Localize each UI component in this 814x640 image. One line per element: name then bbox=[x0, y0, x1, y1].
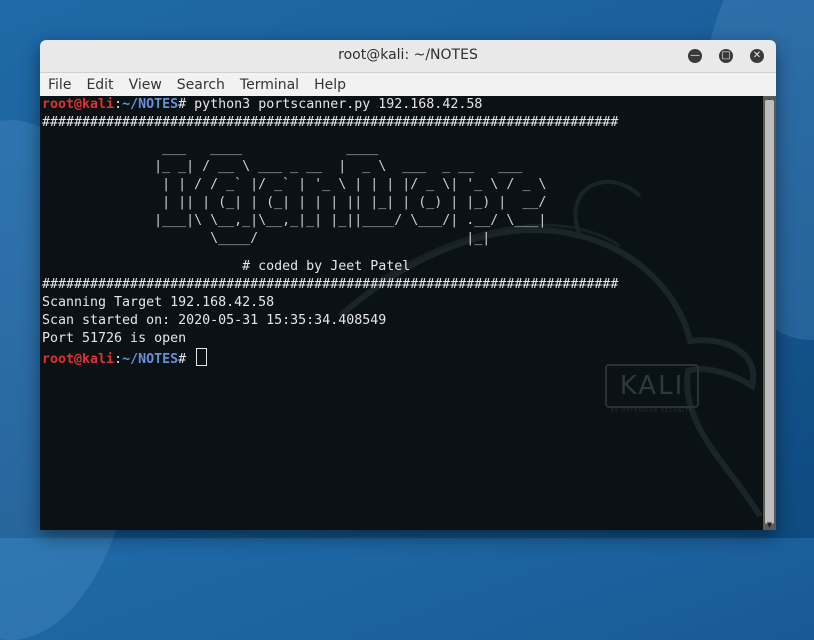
close-icon[interactable]: ✕ bbox=[750, 49, 764, 63]
banner-line: |___|\ \__,_|\__,_|_| |_||____/ \___/| .… bbox=[42, 213, 547, 228]
hash-separator: ########################################… bbox=[42, 277, 619, 292]
prompt-symbol: # bbox=[178, 352, 187, 367]
scrollbar-thumb[interactable] bbox=[765, 100, 774, 524]
prompt-user: root@kali bbox=[42, 352, 115, 367]
output-line: Scan started on: 2020-05-31 15:35:34.408… bbox=[42, 313, 387, 328]
banner-line: | | / / _` |/ _` | '_ \ | | | |/ _ \| '_… bbox=[42, 177, 547, 192]
banner-line: |_ _| / __ \ ___ _ __ | _ \ ___ _ __ ___ bbox=[42, 159, 523, 174]
kali-logo-subtitle: BY OFFENSIVE SECURITY bbox=[610, 408, 694, 414]
command-line: root@kali:~/NOTES# python3 portscanner.p… bbox=[42, 96, 482, 114]
menu-help[interactable]: Help bbox=[314, 77, 346, 93]
terminal-window: root@kali: ~/NOTES — □ ✕ File Edit View … bbox=[40, 40, 776, 530]
coded-by-line: # coded by Jeet Patel bbox=[42, 259, 411, 274]
output-line: Scanning Target 192.168.42.58 bbox=[42, 295, 275, 310]
menu-view[interactable]: View bbox=[129, 77, 162, 93]
banner-line: | || | (_| | (_| | | | || |_| | (_) | |_… bbox=[42, 195, 547, 210]
menu-edit[interactable]: Edit bbox=[86, 77, 113, 93]
command-text: python3 portscanner.py 192.168.42.58 bbox=[186, 97, 483, 112]
output-line: Port 51726 is open bbox=[42, 331, 187, 346]
menu-bar: File Edit View Search Terminal Help bbox=[40, 73, 776, 97]
terminal-cursor[interactable] bbox=[196, 348, 208, 366]
prompt-path: ~/NOTES bbox=[122, 352, 179, 367]
prompt-path: ~/NOTES bbox=[122, 97, 179, 112]
menu-terminal[interactable]: Terminal bbox=[240, 77, 299, 93]
maximize-icon[interactable]: □ bbox=[719, 49, 733, 63]
prompt-user: root@kali bbox=[42, 97, 115, 112]
banner-line: ___ ____ ____ bbox=[42, 141, 379, 156]
banner-line: \____/ |_| bbox=[42, 231, 491, 246]
menu-file[interactable]: File bbox=[48, 77, 71, 93]
prompt-symbol: # bbox=[178, 97, 187, 112]
kali-logo: KALI bbox=[605, 364, 699, 408]
window-title: root@kali: ~/NOTES bbox=[338, 47, 478, 63]
prompt-line: root@kali:~/NOTES# bbox=[42, 348, 208, 369]
prompt-separator: : bbox=[114, 352, 123, 367]
title-bar[interactable]: root@kali: ~/NOTES — □ ✕ bbox=[40, 40, 776, 73]
scrollbar[interactable]: ▲ ▼ bbox=[763, 96, 776, 530]
terminal-area[interactable]: KALI BY OFFENSIVE SECURITY root@kali:~/N… bbox=[40, 96, 763, 530]
hash-separator: ########################################… bbox=[42, 115, 619, 130]
menu-search[interactable]: Search bbox=[177, 77, 225, 93]
prompt-separator: : bbox=[114, 97, 123, 112]
minimize-icon[interactable]: — bbox=[688, 49, 702, 63]
scroll-down-icon[interactable]: ▼ bbox=[763, 520, 776, 530]
